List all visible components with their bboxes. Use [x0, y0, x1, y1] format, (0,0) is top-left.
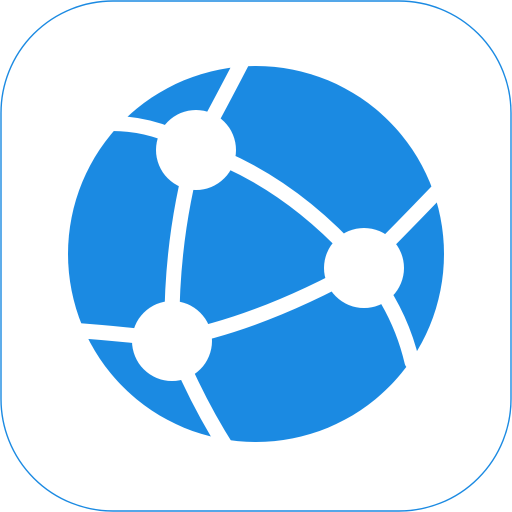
network-node-top: [156, 110, 236, 190]
network-node-bottom: [132, 301, 212, 381]
network-globe-icon: [0, 0, 512, 512]
network-node-right: [324, 228, 404, 308]
app-icon[interactable]: [0, 0, 512, 512]
